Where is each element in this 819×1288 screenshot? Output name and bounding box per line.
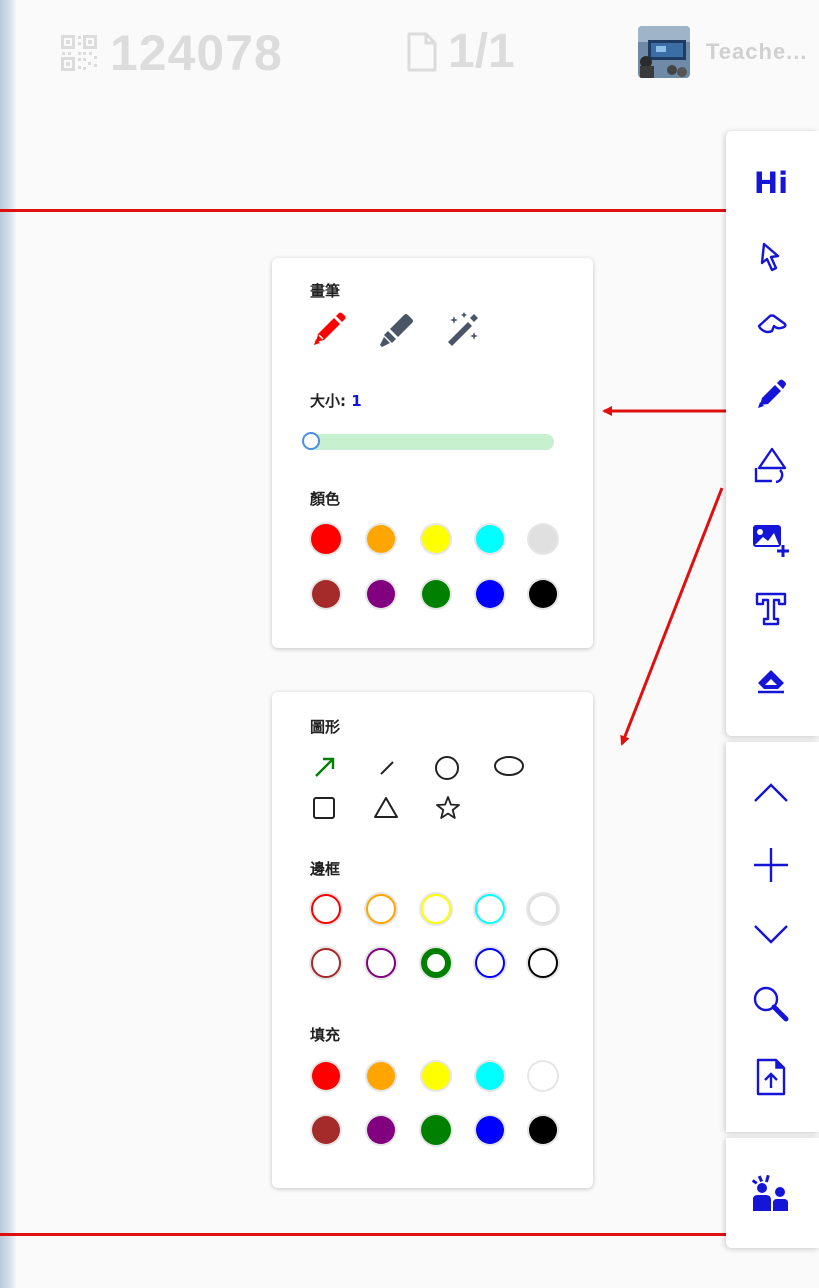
fill-color-swatch[interactable] <box>367 1116 395 1144</box>
add-image-tool-button[interactable] <box>749 516 793 560</box>
tools-toolbar <box>726 131 819 736</box>
ellipse-icon[interactable] <box>492 754 526 778</box>
pointer-icon <box>760 242 780 272</box>
border-color-swatch[interactable] <box>366 948 396 978</box>
border-color-swatch[interactable] <box>475 894 505 924</box>
border-color-swatch[interactable] <box>421 894 451 924</box>
pen-color-swatch[interactable] <box>476 580 504 608</box>
add-page-button[interactable] <box>749 843 793 887</box>
border-color-swatch[interactable] <box>311 894 341 924</box>
magic-wand-icon[interactable] <box>444 310 482 348</box>
border-color-label: 邊框 <box>310 860 341 878</box>
border-color-swatch[interactable] <box>528 948 558 978</box>
pen-color-swatch[interactable] <box>312 580 340 608</box>
next-page-button[interactable] <box>749 911 793 955</box>
fill-color-swatch[interactable] <box>529 1116 557 1144</box>
fill-color-label: 填充 <box>310 1026 341 1044</box>
pen-color-swatch[interactable] <box>367 580 395 608</box>
shape-panel-title: 圖形 <box>310 718 341 736</box>
lasso-icon <box>757 314 787 334</box>
lasso-tool-button[interactable] <box>749 303 793 347</box>
add-page-icon <box>754 848 788 882</box>
hi-button-label: Hi <box>753 166 789 200</box>
circle-icon[interactable] <box>433 754 461 782</box>
raise-hand-icon <box>751 1174 788 1211</box>
hi-button[interactable]: Hi <box>749 161 793 205</box>
shapes-tool-button[interactable] <box>749 443 793 487</box>
fill-color-swatch[interactable] <box>312 1062 340 1090</box>
eraser-tool-button[interactable] <box>749 658 793 702</box>
square-icon[interactable] <box>311 795 337 821</box>
pen-color-swatch[interactable] <box>422 580 450 608</box>
raise-hand-button[interactable] <box>749 1172 793 1216</box>
annotation-arrow-shapes <box>620 487 724 746</box>
fill-color-swatch[interactable] <box>476 1116 504 1144</box>
pen-size-label-text: 大小: <box>310 392 346 410</box>
border-color-swatch[interactable] <box>528 894 558 924</box>
pen-size-label: 大小: 1 <box>310 390 362 411</box>
fill-color-swatch[interactable] <box>422 1062 450 1090</box>
upload-file-button[interactable] <box>749 1055 793 1099</box>
previous-page-button[interactable] <box>749 770 793 814</box>
highlighter-icon[interactable] <box>378 311 416 349</box>
pen-color-swatch[interactable] <box>529 580 557 608</box>
pen-color-swatch[interactable] <box>367 525 395 553</box>
text-icon <box>755 592 787 626</box>
arrow-icon[interactable] <box>312 754 338 780</box>
text-tool-button[interactable] <box>749 587 793 631</box>
zoom-icon <box>753 986 789 1022</box>
pen-icon <box>758 379 786 408</box>
pen-size-slider-track[interactable] <box>310 434 554 450</box>
pen-color-label: 顏色 <box>310 490 341 508</box>
eraser-icon <box>758 670 784 694</box>
border-color-swatch[interactable] <box>421 948 451 978</box>
upload-file-icon <box>756 1058 786 1096</box>
add-image-icon <box>753 525 789 557</box>
pen-color-swatch[interactable] <box>422 525 450 553</box>
fill-color-swatch[interactable] <box>367 1062 395 1090</box>
fill-color-swatch[interactable] <box>421 1115 451 1145</box>
line-icon[interactable] <box>375 756 399 780</box>
pen-color-swatch[interactable] <box>529 525 557 553</box>
pen-size-value: 1 <box>351 392 362 410</box>
fill-color-swatch[interactable] <box>529 1062 557 1090</box>
pointer-tool-button[interactable] <box>749 236 793 280</box>
previous-page-icon <box>754 783 788 802</box>
border-color-swatch[interactable] <box>475 948 505 978</box>
pen-color-swatch[interactable] <box>476 525 504 553</box>
pen-icon[interactable] <box>310 312 348 348</box>
fill-color-swatch[interactable] <box>476 1062 504 1090</box>
border-color-swatch[interactable] <box>311 948 341 978</box>
zoom-button[interactable] <box>749 982 793 1026</box>
pen-panel-title: 畫筆 <box>310 282 341 300</box>
pen-tool-button[interactable] <box>749 373 793 417</box>
triangle-icon[interactable] <box>372 795 400 821</box>
shapes-icon <box>754 447 787 484</box>
pen-size-slider-thumb[interactable] <box>302 432 320 450</box>
fill-color-swatch[interactable] <box>312 1116 340 1144</box>
next-page-icon <box>754 925 788 944</box>
pen-color-swatch[interactable] <box>311 524 341 554</box>
border-color-swatch[interactable] <box>366 894 396 924</box>
star-icon[interactable] <box>434 794 462 822</box>
